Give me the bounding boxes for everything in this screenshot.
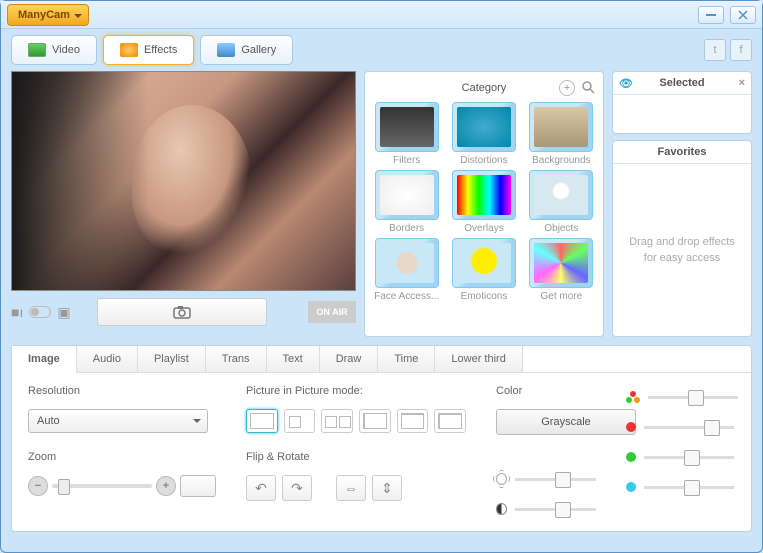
btab-audio[interactable]: Audio bbox=[77, 346, 138, 372]
flip-horizontal-button[interactable]: ⇔ bbox=[336, 475, 366, 501]
selected-title: Selected bbox=[659, 77, 704, 89]
btab-text[interactable]: Text bbox=[267, 346, 320, 372]
pip-label: Picture in Picture mode: bbox=[246, 385, 466, 397]
category-emoticons[interactable]: Emoticons bbox=[448, 238, 519, 302]
tab-gallery[interactable]: Gallery bbox=[200, 35, 293, 65]
video-preview bbox=[11, 71, 356, 291]
category-borders[interactable]: Borders bbox=[371, 170, 442, 234]
brightness-slider[interactable] bbox=[515, 478, 596, 481]
blue-slider[interactable] bbox=[644, 486, 734, 489]
rotate-right-button[interactable]: ↷ bbox=[282, 475, 312, 501]
pip-mode-5[interactable] bbox=[397, 409, 429, 433]
zoom-label: Zoom bbox=[28, 451, 216, 463]
category-overlays[interactable]: Overlays bbox=[448, 170, 519, 234]
camera-snapshot-icon bbox=[173, 305, 191, 319]
category-distortions[interactable]: Distortions bbox=[448, 102, 519, 166]
tab-gallery-label: Gallery bbox=[241, 44, 276, 56]
camcorder-icon[interactable]: ■ı bbox=[11, 304, 23, 320]
pip-mode-2[interactable] bbox=[284, 409, 316, 433]
favorites-hint: Drag and drop effects for easy access bbox=[613, 164, 751, 336]
titlebar: ManyCam bbox=[1, 1, 762, 29]
tab-effects-label: Effects bbox=[144, 44, 177, 56]
tab-video[interactable]: Video bbox=[11, 35, 97, 65]
close-button[interactable] bbox=[730, 6, 756, 24]
pip-mode-6[interactable] bbox=[434, 409, 466, 433]
category-filters[interactable]: Filters bbox=[371, 102, 442, 166]
blue-icon bbox=[626, 482, 636, 492]
category-backgrounds[interactable]: Backgrounds bbox=[526, 102, 597, 166]
main-tabbar: Video Effects Gallery t f bbox=[1, 29, 762, 71]
btab-time[interactable]: Time bbox=[378, 346, 435, 372]
twitter-button[interactable]: t bbox=[704, 39, 726, 61]
contrast-icon bbox=[496, 503, 507, 515]
zoom-slider[interactable] bbox=[52, 484, 152, 488]
bottom-panel: Image Audio Playlist Trans Text Draw Tim… bbox=[11, 345, 752, 532]
rgb-icon bbox=[626, 391, 640, 403]
tab-video-label: Video bbox=[52, 44, 80, 56]
resolution-label: Resolution bbox=[28, 385, 216, 397]
btab-lower-third[interactable]: Lower third bbox=[435, 346, 522, 372]
zoom-in-button[interactable]: + bbox=[156, 476, 176, 496]
resolution-dropdown[interactable]: Auto bbox=[28, 409, 208, 433]
eye-icon: 👁 bbox=[619, 77, 633, 90]
gallery-icon bbox=[217, 43, 235, 57]
green-icon bbox=[626, 452, 636, 462]
close-selected-icon[interactable]: × bbox=[739, 77, 745, 89]
category-objects[interactable]: Objects bbox=[526, 170, 597, 234]
facebook-button[interactable]: f bbox=[730, 39, 752, 61]
btab-draw[interactable]: Draw bbox=[320, 346, 379, 372]
btab-image[interactable]: Image bbox=[12, 346, 77, 373]
contrast-slider[interactable] bbox=[515, 508, 596, 511]
effects-icon bbox=[120, 43, 138, 57]
category-get-more[interactable]: Get more bbox=[526, 238, 597, 302]
zoom-region-button[interactable] bbox=[180, 475, 216, 497]
rgb-slider[interactable] bbox=[648, 396, 738, 399]
search-icon[interactable] bbox=[581, 80, 595, 97]
pip-mode-3[interactable] bbox=[321, 409, 353, 433]
zoom-out-button[interactable]: − bbox=[28, 476, 48, 496]
category-panel: Category + Filters Distortions Backgroun… bbox=[364, 71, 604, 337]
add-category-icon[interactable]: + bbox=[559, 80, 575, 96]
video-icon bbox=[28, 43, 46, 57]
rotate-left-button[interactable]: ↶ bbox=[246, 475, 276, 501]
btab-trans[interactable]: Trans bbox=[206, 346, 267, 372]
onair-indicator: ON AIR bbox=[308, 301, 356, 323]
brightness-icon bbox=[496, 473, 507, 485]
category-title: Category bbox=[462, 82, 507, 94]
pip-mode-4[interactable] bbox=[359, 409, 391, 433]
color-label: Color bbox=[496, 385, 596, 397]
tab-effects[interactable]: Effects bbox=[103, 35, 194, 65]
category-face-access[interactable]: Face Access... bbox=[371, 238, 442, 302]
selected-panel: 👁 Selected × bbox=[612, 71, 752, 134]
flip-vertical-button[interactable]: ⇕ bbox=[372, 475, 402, 501]
pip-mode-1[interactable] bbox=[246, 409, 278, 433]
toggle-switch[interactable] bbox=[29, 306, 51, 318]
camera-icon[interactable]: ▣ bbox=[57, 304, 70, 321]
app-menu-button[interactable]: ManyCam bbox=[7, 4, 89, 26]
favorites-title: Favorites bbox=[658, 146, 707, 158]
minimize-button[interactable] bbox=[698, 6, 724, 24]
green-slider[interactable] bbox=[644, 456, 734, 459]
favorites-panel: Favorites Drag and drop effects for easy… bbox=[612, 140, 752, 337]
red-icon bbox=[626, 422, 636, 432]
grayscale-button[interactable]: Grayscale bbox=[496, 409, 636, 435]
btab-playlist[interactable]: Playlist bbox=[138, 346, 206, 372]
snapshot-button[interactable] bbox=[97, 298, 267, 326]
flip-label: Flip & Rotate bbox=[246, 451, 466, 463]
red-slider[interactable] bbox=[644, 426, 734, 429]
